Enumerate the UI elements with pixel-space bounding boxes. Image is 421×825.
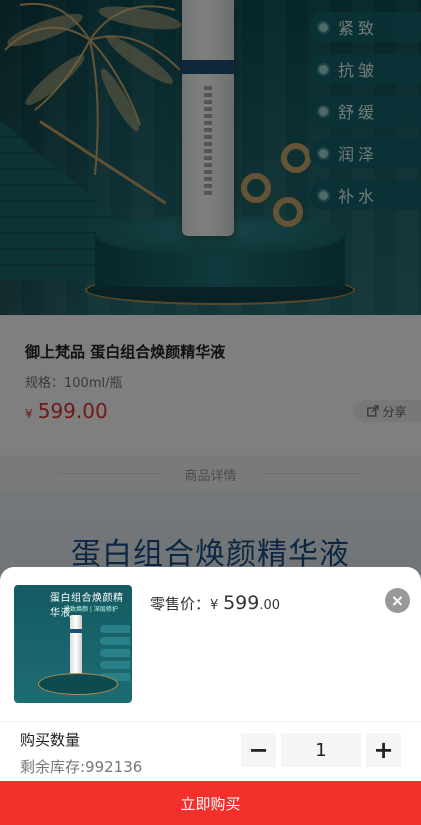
- increase-button[interactable]: +: [366, 733, 401, 767]
- quantity-stepper: − 1 +: [241, 733, 401, 767]
- close-button[interactable]: ×: [385, 588, 410, 613]
- decrease-button[interactable]: −: [241, 733, 276, 767]
- purchase-sheet: 蛋白组合焕颜精华液 紧致焕颜 | 深层修护 零售价：¥ 599.00 × 购买数…: [0, 567, 421, 825]
- retail-price: 零售价：¥ 599.00: [150, 592, 281, 614]
- buy-now-button[interactable]: 立即购买: [0, 781, 421, 825]
- close-icon: ×: [390, 590, 405, 610]
- stock-remaining: 剩余库存:992136: [20, 758, 143, 776]
- divider: [0, 721, 421, 722]
- product-thumbnail: 蛋白组合焕颜精华液 紧致焕颜 | 深层修护: [14, 585, 132, 703]
- quantity-label: 购买数量: [20, 731, 81, 749]
- quantity-value[interactable]: 1: [281, 733, 361, 767]
